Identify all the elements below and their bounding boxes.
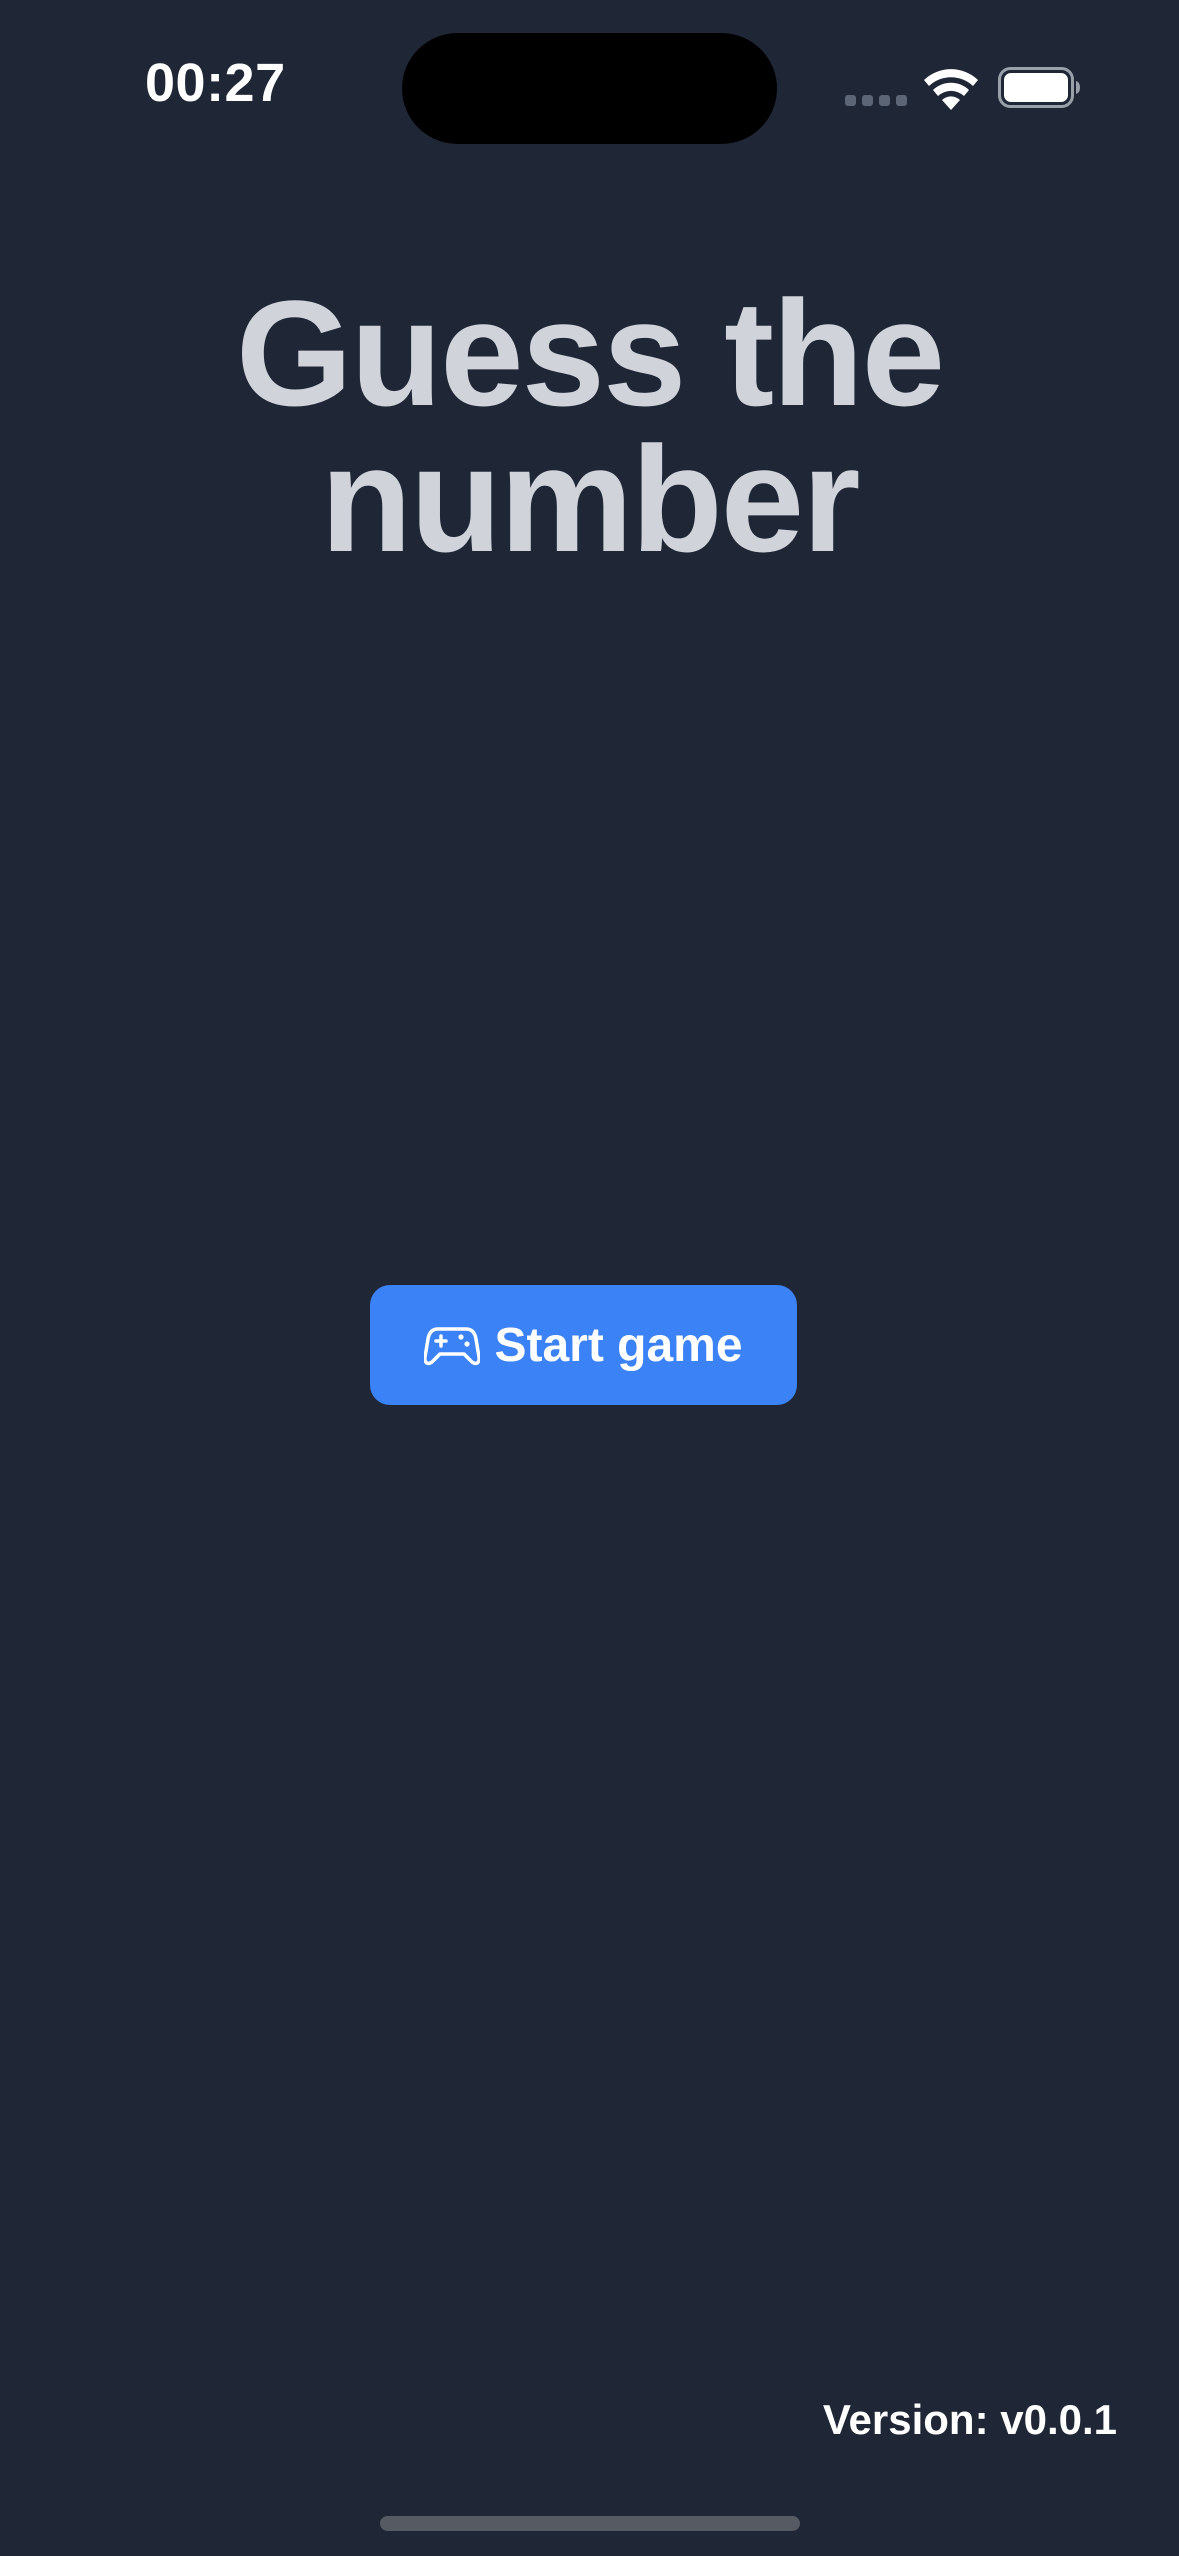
- gamepad-icon: [424, 1327, 481, 1366]
- battery-icon: [998, 67, 1080, 108]
- cellular-signal-icon: [845, 95, 907, 106]
- version-label: Version: v0.0.1: [822, 2396, 1117, 2443]
- page-title-line-1: Guess the: [235, 269, 945, 437]
- start-game-label: Start game: [494, 1318, 743, 1372]
- home-indicator[interactable]: [380, 2516, 800, 2531]
- dynamic-island: [402, 33, 777, 144]
- start-game-button[interactable]: Start game: [370, 1285, 797, 1405]
- status-bar-time: 00:27: [145, 53, 286, 113]
- wifi-icon: [924, 69, 978, 110]
- page-title-line-2: number: [320, 415, 860, 583]
- page-title: Guess the number: [0, 269, 1179, 583]
